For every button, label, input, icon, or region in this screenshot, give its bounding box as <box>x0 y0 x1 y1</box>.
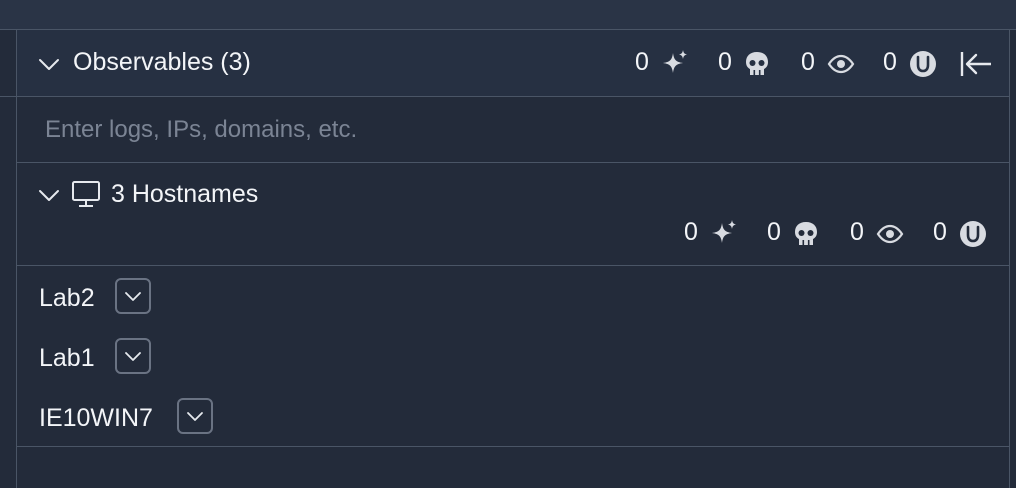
skull-count: 0 <box>767 218 781 246</box>
eye-count: 0 <box>850 218 864 246</box>
collapse-panel-icon[interactable] <box>959 48 993 80</box>
observables-panel: Observables (3) 0 0 0 0 3 Hostnames <box>16 29 1010 488</box>
unknown-count: 0 <box>933 218 947 246</box>
skull-icon <box>792 220 820 248</box>
host-item: Lab1 <box>17 338 1009 378</box>
sparkle-icon <box>710 219 738 247</box>
chevron-down-icon <box>125 292 141 301</box>
group-title: 3 Hostnames <box>111 180 259 208</box>
skull-icon <box>743 50 771 78</box>
eye-icon <box>827 50 855 78</box>
unknown-count: 0 <box>883 48 897 76</box>
unknown-u-icon <box>909 50 937 78</box>
sparkle-count: 0 <box>684 218 698 246</box>
monitor-icon <box>71 179 101 209</box>
sparkle-icon <box>661 49 689 77</box>
chevron-down-icon[interactable] <box>37 183 61 207</box>
left-panel-edge <box>0 30 16 488</box>
eye-count: 0 <box>801 48 815 76</box>
chevron-down-icon <box>187 412 203 421</box>
host-dropdown-button[interactable] <box>177 398 213 434</box>
chevron-down-icon <box>125 352 141 361</box>
host-item: Lab2 <box>17 278 1009 318</box>
host-name: Lab2 <box>39 284 95 312</box>
sparkle-count: 0 <box>635 48 649 76</box>
skull-count: 0 <box>718 48 732 76</box>
host-item: IE10WIN7 <box>17 398 1009 438</box>
panel-title: Observables (3) <box>73 48 251 76</box>
host-dropdown-button[interactable] <box>115 278 151 314</box>
host-dropdown-button[interactable] <box>115 338 151 374</box>
host-name: Lab1 <box>39 344 95 372</box>
chevron-down-icon[interactable] <box>37 52 61 76</box>
search-input[interactable] <box>43 113 947 147</box>
observable-search <box>17 97 1009 163</box>
host-name: IE10WIN7 <box>39 404 153 432</box>
divider <box>17 446 1009 447</box>
hostnames-group: 3 Hostnames 0 0 0 0 <box>17 163 1009 266</box>
observables-header: Observables (3) 0 0 0 0 <box>17 30 1009 97</box>
eye-icon <box>876 220 904 248</box>
unknown-u-icon <box>959 220 987 248</box>
top-bar <box>0 0 1016 30</box>
